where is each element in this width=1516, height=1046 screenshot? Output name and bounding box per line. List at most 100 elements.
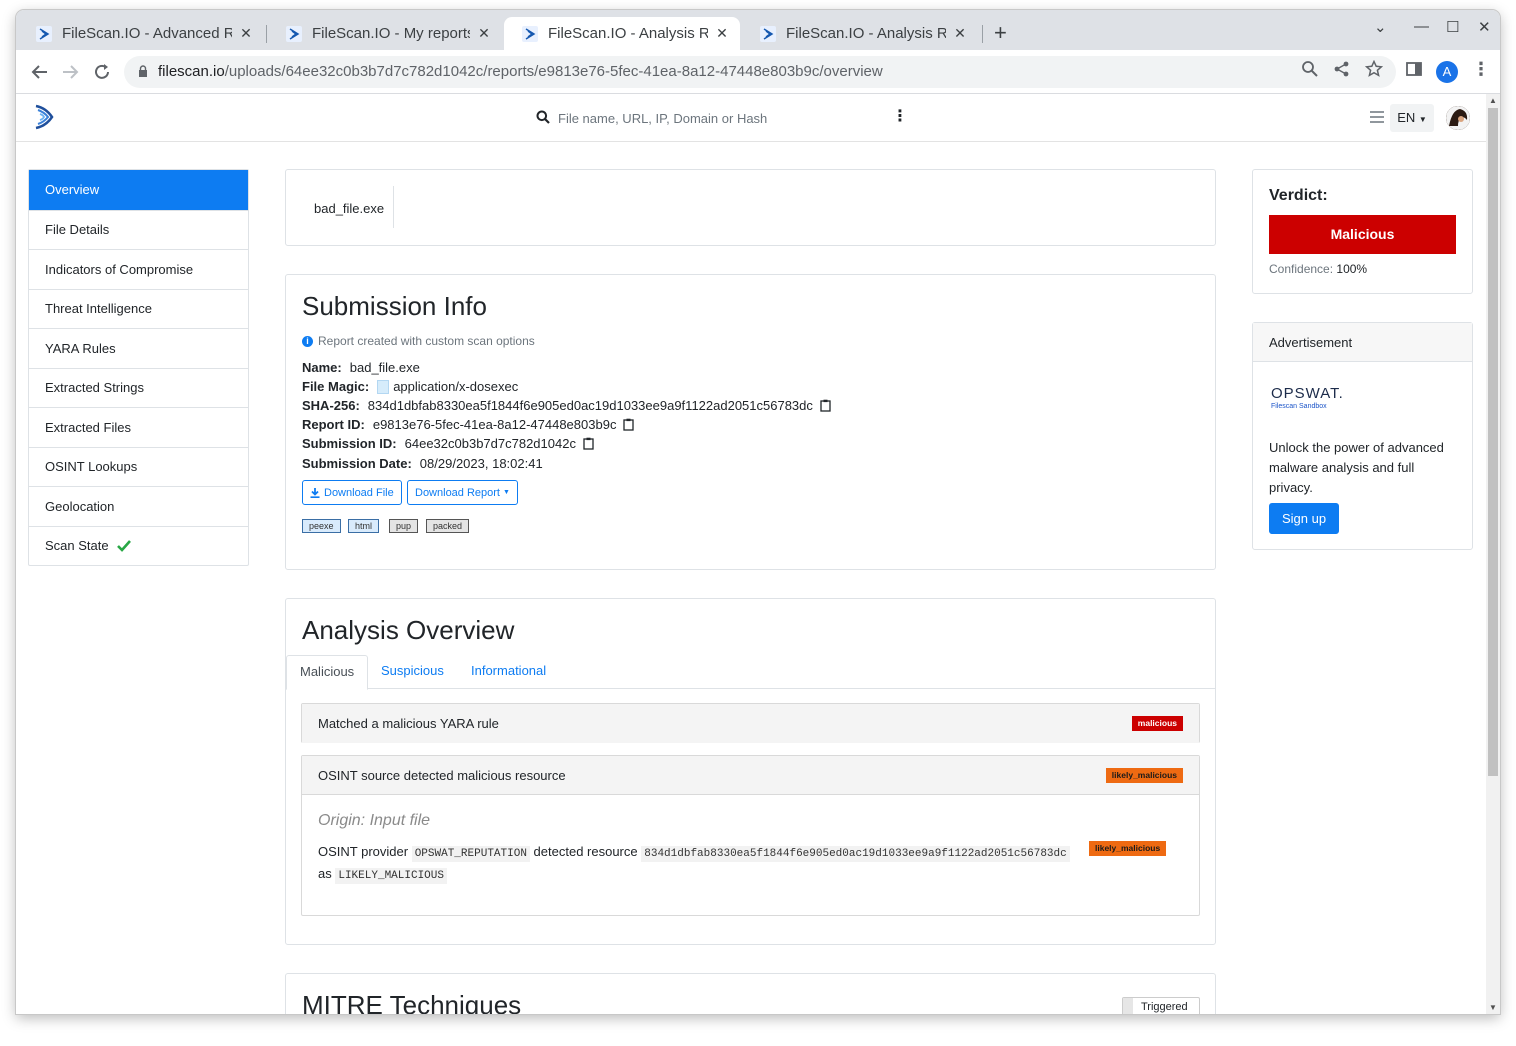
reload-icon[interactable] — [90, 60, 114, 84]
zoom-icon[interactable] — [1301, 60, 1319, 78]
filescan-logo-icon[interactable] — [32, 104, 56, 130]
share-icon[interactable] — [1333, 60, 1351, 78]
file-type-icon — [377, 379, 390, 394]
custom-scan-note: i Report created with custom scan options — [302, 334, 535, 348]
sign-up-button[interactable]: Sign up — [1269, 503, 1340, 534]
filescan-favicon-icon — [522, 25, 538, 42]
maximize-icon[interactable]: ☐ — [1446, 18, 1459, 36]
sidebar-item-yara-rules[interactable]: YARA Rules — [29, 328, 248, 368]
search-options-icon[interactable]: ⋮ — [892, 109, 908, 125]
copy-icon[interactable] — [583, 437, 594, 450]
file-magic-label: File Magic: — [302, 379, 370, 394]
user-avatar[interactable] — [1446, 106, 1470, 130]
profile-avatar[interactable]: A — [1436, 61, 1458, 83]
tab-informational[interactable]: Informational — [458, 655, 559, 689]
name-label: Name: — [302, 360, 342, 375]
language-dropdown[interactable]: EN ▼ — [1390, 104, 1434, 132]
finding-title: OSINT source detected malicious resource — [318, 767, 566, 783]
bookmark-star-icon[interactable] — [1365, 60, 1383, 78]
finding-osint[interactable]: OSINT source detected malicious resource… — [301, 755, 1200, 916]
close-tab-icon[interactable]: ✕ — [476, 25, 492, 42]
browser-tab-2[interactable]: FileScan.IO - My reports ✕ — [268, 17, 502, 50]
submission-id-row: Submission ID: 64ee32c0b3b7d7c782d1042c — [302, 436, 594, 451]
address-bar[interactable]: filescan.io/uploads/64ee32c0b3b7d7c782d1… — [124, 56, 1396, 88]
lock-icon — [139, 65, 147, 77]
browser-tab-4[interactable]: FileScan.IO - Analysis Rep ✕ — [742, 17, 978, 50]
tab-malicious[interactable]: Malicious — [286, 655, 369, 690]
sidebar-item-osint-lookups[interactable]: OSINT Lookups — [29, 446, 248, 487]
analysis-overview-title: Analysis Overview — [302, 615, 515, 645]
scroll-down-arrow-icon[interactable]: ▼ — [1486, 1003, 1500, 1012]
forward-arrow-icon[interactable] — [58, 60, 82, 84]
download-file-label: Download File — [324, 486, 394, 499]
sidebar-item-overview[interactable]: Overview — [29, 170, 248, 210]
sha256-row: SHA-256: 834d1dbfab8330ea5f1844f6e905ed0a… — [302, 398, 831, 413]
close-tab-icon[interactable]: ✕ — [952, 25, 968, 42]
file-name-card: bad_file.exe — [285, 169, 1216, 246]
page-scrollbar[interactable]: ▲ ▼ — [1486, 94, 1500, 1014]
user-avatar-image — [1446, 106, 1470, 130]
close-tab-icon[interactable]: ✕ — [714, 25, 730, 42]
browser-tab-1[interactable]: FileScan.IO - Advanced Re ✕ — [18, 17, 264, 50]
new-tab-plus-icon[interactable]: + — [994, 20, 1007, 46]
close-window-icon[interactable]: ✕ — [1478, 18, 1491, 36]
download-file-button[interactable]: Download File — [302, 480, 402, 505]
sidebar-item-label: YARA Rules — [45, 340, 116, 356]
sidebar-item-indicators[interactable]: Indicators of Compromise — [29, 249, 248, 289]
back-arrow-icon[interactable] — [28, 60, 52, 84]
tag-pup[interactable]: pup — [389, 519, 419, 533]
finding-origin: Origin: Input file — [318, 812, 431, 829]
opswat-logo[interactable]: OPSWAT. Filescan Sandbox — [1271, 385, 1344, 410]
sidebar-item-label: Scan State — [45, 538, 109, 554]
sidebar-item-threat-intelligence[interactable]: Threat Intelligence — [29, 288, 248, 329]
scrollbar-thumb[interactable] — [1488, 108, 1498, 776]
filescan-favicon-icon — [36, 25, 52, 42]
copy-icon[interactable] — [820, 399, 831, 412]
copy-icon[interactable] — [623, 418, 635, 431]
mitre-techniques-title: MITRE Techniques — [302, 990, 522, 1014]
sha256-label: SHA-256: — [302, 398, 360, 413]
finding-title: Matched a malicious YARA rule — [318, 716, 499, 731]
search-input[interactable] — [556, 106, 876, 130]
sidebar-item-extracted-files[interactable]: Extracted Files — [29, 407, 248, 447]
filescan-favicon-icon — [286, 25, 302, 42]
side-panel-icon[interactable] — [1405, 60, 1423, 78]
tag-packed[interactable]: packed — [426, 519, 470, 533]
browser-menu-icon[interactable]: ⋮ — [1472, 60, 1490, 78]
tag-html[interactable]: html — [348, 519, 380, 533]
url-text: filescan.io/uploads/64ee32c0b3b7d7c782d1… — [158, 63, 883, 80]
download-icon — [310, 487, 320, 498]
file-name: bad_file.exe — [314, 201, 385, 216]
sidebar-item-geolocation[interactable]: Geolocation — [29, 486, 248, 526]
browser-tab-3[interactable]: FileScan.IO - Analysis Rep ✕ — [504, 17, 740, 50]
close-tab-icon[interactable]: ✕ — [238, 25, 254, 42]
verdict-label: Verdict: — [1269, 187, 1328, 204]
sidebar-item-extracted-strings[interactable]: Extracted Strings — [29, 367, 248, 408]
tab-suspicious[interactable]: Suspicious — [368, 655, 457, 689]
sidebar-item-label: OSINT Lookups — [45, 459, 138, 475]
minimize-icon[interactable]: — — [1414, 18, 1429, 35]
download-report-dropdown[interactable]: Download Report ▼ — [407, 480, 518, 505]
scroll-up-arrow-icon[interactable]: ▲ — [1486, 96, 1500, 105]
sidebar-item-label: Geolocation — [45, 498, 115, 514]
file-magic-value: application/x-dosexec — [393, 379, 519, 394]
name-value: bad_file.exe — [349, 360, 420, 375]
tab-search-chevron-icon[interactable]: ⌄ — [1374, 18, 1387, 36]
finding-yara-rule[interactable]: Matched a malicious YARA rule malicious — [301, 703, 1200, 743]
osint-text: detected resource — [533, 844, 638, 859]
triggered-toggle[interactable]: Triggered — [1122, 997, 1200, 1014]
submission-info-card: Submission Info i Report created with cus… — [285, 274, 1216, 570]
page-content: Overview File Details Indicators of Comp… — [16, 143, 1486, 1014]
tag-peexe[interactable]: peexe — [302, 519, 341, 533]
sidebar-item-scan-state[interactable]: Scan State — [29, 525, 248, 566]
opswat-brand: OPSWAT. — [1271, 385, 1344, 402]
divider — [393, 186, 394, 228]
sidebar-item-label: Overview — [45, 182, 100, 198]
hamburger-menu-icon[interactable] — [1370, 111, 1384, 123]
tab-divider — [266, 25, 267, 43]
report-id-label: Report ID: — [302, 417, 365, 432]
sidebar-item-file-details[interactable]: File Details — [29, 209, 248, 250]
filescan-favicon-icon — [760, 25, 776, 42]
submission-id-value: 64ee32c0b3b7d7c782d1042c — [404, 436, 576, 451]
finding-header: OSINT source detected malicious resource… — [302, 756, 1199, 795]
